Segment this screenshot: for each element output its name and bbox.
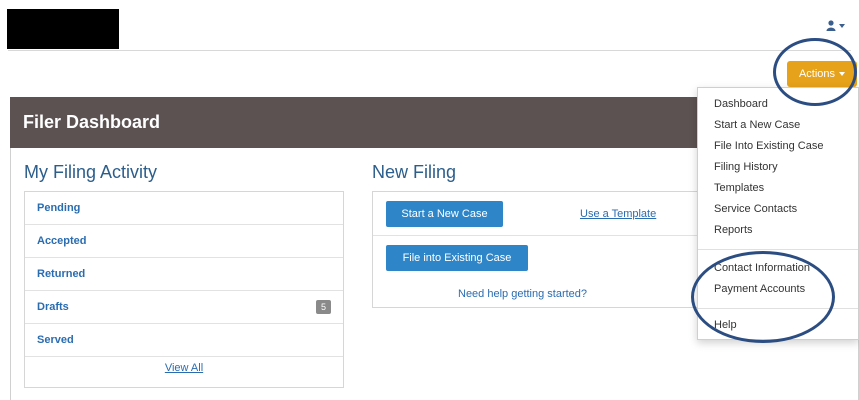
new-filing-title: New Filing xyxy=(372,162,457,182)
menu-item-dashboard[interactable]: Dashboard xyxy=(714,98,768,110)
help-started-link[interactable]: Need help getting started? xyxy=(458,288,587,300)
menu-item-file-existing-case[interactable]: File Into Existing Case xyxy=(714,140,823,152)
panel-divider xyxy=(373,235,697,236)
menu-item-service-contacts[interactable]: Service Contacts xyxy=(714,203,797,215)
activity-item-returned[interactable]: Returned xyxy=(25,258,343,291)
user-menu[interactable] xyxy=(826,20,845,31)
activity-item-served[interactable]: Served xyxy=(25,324,343,357)
activity-item-label: Accepted xyxy=(37,235,87,247)
chevron-down-icon xyxy=(839,23,845,28)
drafts-count-badge: 5 xyxy=(315,300,331,314)
menu-item-contact-information[interactable]: Contact Information xyxy=(714,262,810,274)
activity-item-label: Drafts xyxy=(37,301,69,313)
chevron-down-icon xyxy=(839,72,846,76)
use-template-link[interactable]: Use a Template xyxy=(580,208,656,220)
activity-item-accepted[interactable]: Accepted xyxy=(25,225,343,258)
start-new-case-button[interactable]: Start a New Case xyxy=(386,201,503,227)
activity-item-label: Pending xyxy=(37,202,81,214)
menu-item-templates[interactable]: Templates xyxy=(714,182,764,194)
page-title: Filer Dashboard xyxy=(23,112,161,132)
view-all-link[interactable]: View All xyxy=(25,362,343,374)
actions-button-label: Actions xyxy=(798,68,836,80)
activity-title: My Filing Activity xyxy=(24,162,158,182)
menu-item-help[interactable]: Help xyxy=(714,319,737,331)
new-filing-panel: Start a New Case Use a Template File int… xyxy=(372,191,698,308)
actions-dropdown-menu: Dashboard Start a New Case File Into Exi… xyxy=(697,87,859,340)
menu-divider xyxy=(698,249,858,250)
activity-item-label: Served xyxy=(37,334,74,346)
menu-divider xyxy=(698,308,858,309)
menu-item-filing-history[interactable]: Filing History xyxy=(714,161,778,173)
redacted-logo xyxy=(7,9,119,49)
activity-panel: Pending Accepted Returned Drafts 5 Serve… xyxy=(24,191,344,388)
user-icon xyxy=(826,20,836,31)
activity-item-drafts[interactable]: Drafts 5 xyxy=(25,291,343,324)
file-existing-case-button[interactable]: File into Existing Case xyxy=(386,245,528,271)
menu-item-payment-accounts[interactable]: Payment Accounts xyxy=(714,283,805,295)
menu-item-reports[interactable]: Reports xyxy=(714,224,753,236)
top-divider xyxy=(8,50,851,51)
activity-item-label: Returned xyxy=(37,268,86,280)
menu-item-start-new-case[interactable]: Start a New Case xyxy=(714,119,800,131)
activity-item-pending[interactable]: Pending xyxy=(25,192,343,225)
actions-button[interactable]: Actions xyxy=(787,61,857,87)
